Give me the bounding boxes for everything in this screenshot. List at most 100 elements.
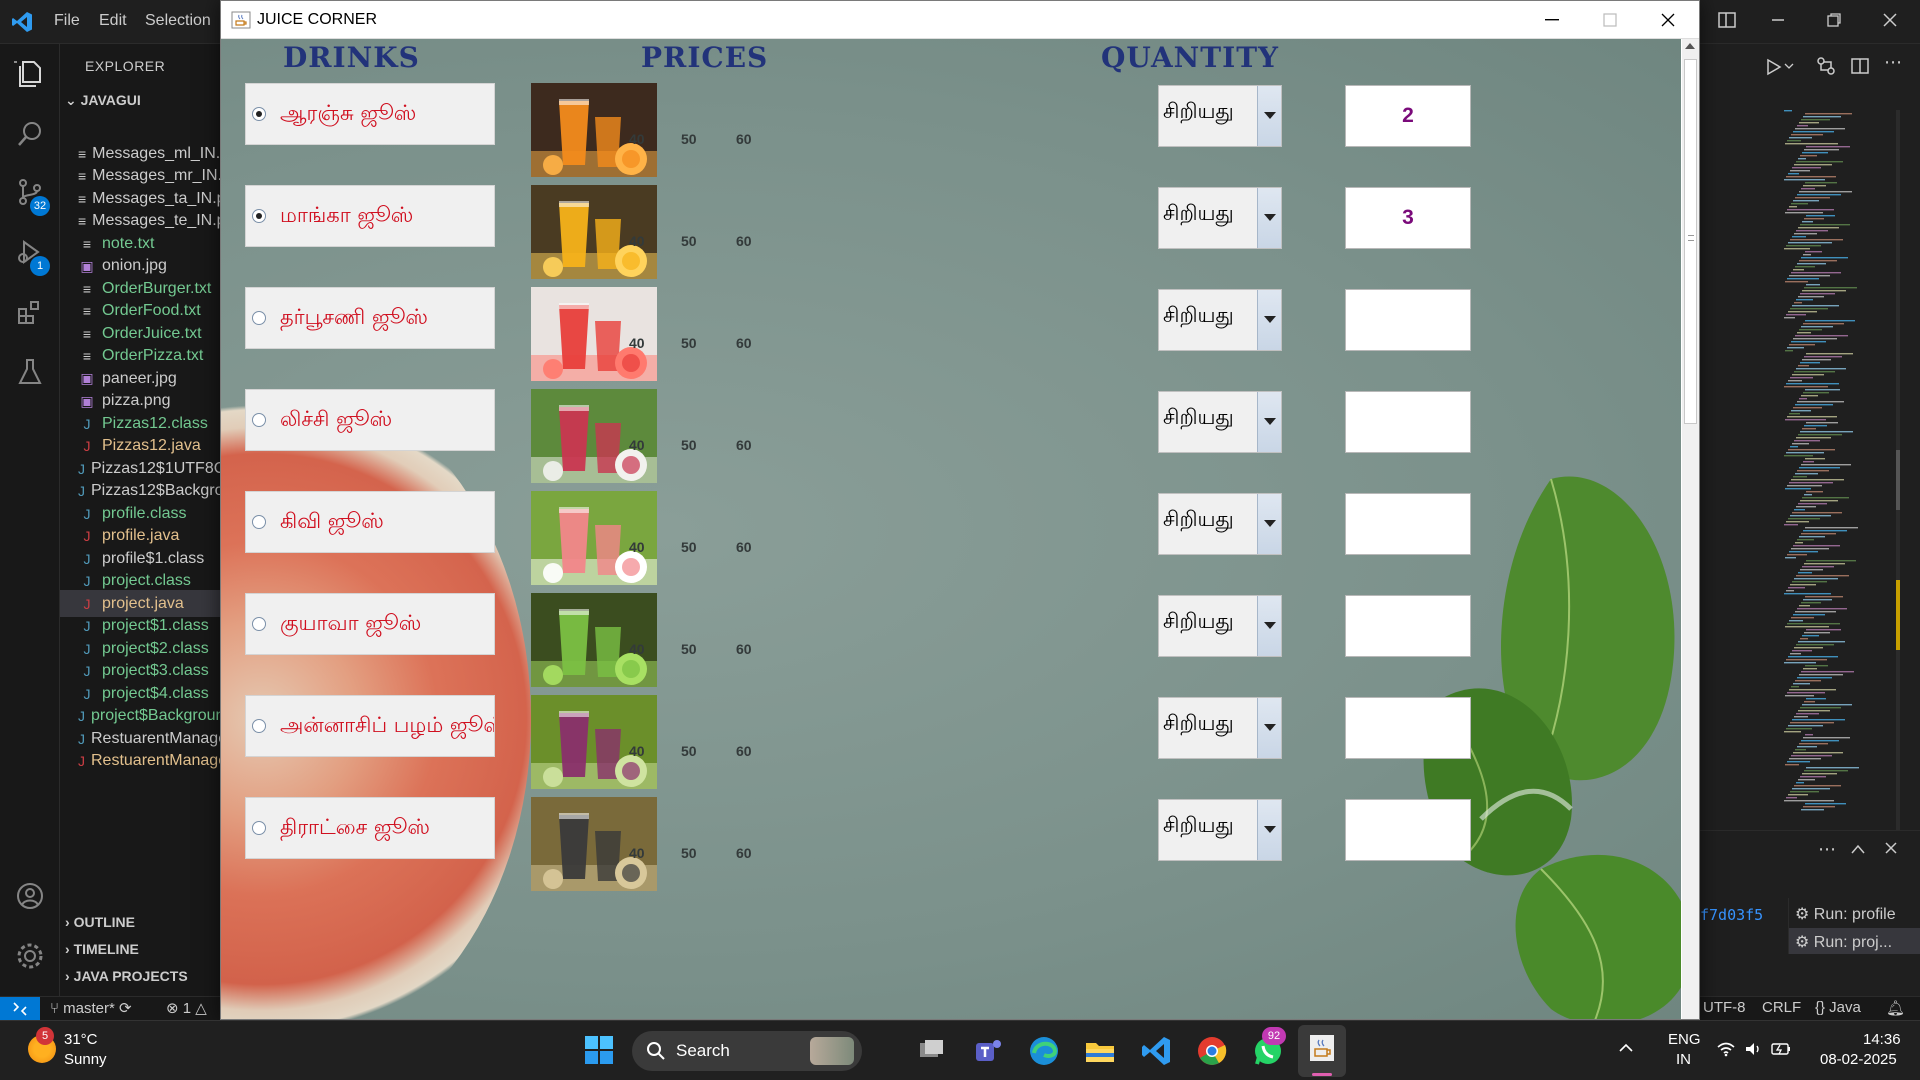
size-dropdown[interactable]: சிறியது	[1158, 697, 1282, 759]
drink-radio-option[interactable]: கிவி ஜூஸ்	[245, 491, 495, 553]
notifications-bell-icon[interactable]: 🔔︎	[1886, 999, 1905, 1017]
scroll-thumb[interactable]	[1684, 59, 1697, 424]
split-editor-icon[interactable]	[1850, 56, 1870, 76]
drink-radio-option[interactable]: திராட்சை ஜூஸ்	[245, 797, 495, 859]
eol-status[interactable]: CRLF	[1762, 999, 1801, 1016]
quantity-input[interactable]: 3	[1345, 187, 1471, 249]
menu-selection[interactable]: Selection	[145, 12, 211, 30]
quantity-input[interactable]	[1345, 595, 1471, 657]
menu-edit[interactable]: Edit	[99, 12, 127, 30]
dropdown-arrow-icon[interactable]	[1257, 596, 1281, 656]
terminal-run-profile[interactable]: ⚙ Run: profile	[1795, 904, 1896, 924]
more-actions-icon[interactable]: ⋯	[1818, 839, 1836, 860]
remote-button[interactable]	[0, 997, 40, 1021]
dropdown-arrow-icon[interactable]	[1257, 698, 1281, 758]
battery-icon[interactable]	[1770, 1040, 1792, 1058]
drink-radio-option[interactable]: மாங்கா ஜூஸ்	[245, 185, 495, 247]
taskbar-search-box[interactable]: Search	[632, 1031, 862, 1071]
encoding-status[interactable]: UTF-8	[1703, 999, 1746, 1016]
vscode-taskbar-icon[interactable]	[1136, 1031, 1176, 1071]
quantity-input[interactable]	[1345, 697, 1471, 759]
folder-javagui[interactable]: ⌄ JAVAGUI	[65, 92, 141, 109]
java-projects-panel[interactable]: › JAVA PROJECTS	[65, 968, 188, 984]
extensions-icon[interactable]	[14, 296, 46, 328]
layout-panel-icon[interactable]	[1717, 10, 1737, 30]
scroll-up-icon[interactable]	[1685, 43, 1695, 49]
close-panel-icon[interactable]	[1884, 841, 1898, 855]
tray-chevron-up-icon[interactable]	[1618, 1043, 1634, 1053]
dropdown-arrow-icon[interactable]	[1257, 188, 1281, 248]
more-actions-icon[interactable]: ⋯	[1884, 52, 1902, 73]
dropdown-arrow-icon[interactable]	[1257, 800, 1281, 860]
weather-temperature[interactable]: 31°C	[64, 1031, 98, 1048]
task-view-icon[interactable]	[912, 1031, 952, 1071]
size-dropdown[interactable]: சிறியது	[1158, 595, 1282, 657]
radio-selected-icon[interactable]	[252, 107, 266, 121]
accounts-icon[interactable]	[14, 880, 46, 912]
search-icon[interactable]	[14, 118, 46, 150]
timeline-panel[interactable]: › TIMELINE	[65, 941, 139, 957]
branch-status[interactable]: ⑂ master* ⟳	[50, 999, 132, 1017]
radio-selected-icon[interactable]	[252, 209, 266, 223]
volume-icon[interactable]	[1744, 1041, 1762, 1057]
chevron-down-icon[interactable]	[1784, 62, 1794, 70]
close-icon[interactable]	[1882, 12, 1898, 28]
size-dropdown[interactable]: சிறியது	[1158, 85, 1282, 147]
restore-icon[interactable]	[1826, 12, 1842, 28]
edge-browser-icon[interactable]	[1024, 1031, 1064, 1071]
window-close-button[interactable]	[1639, 1, 1697, 39]
explorer-icon[interactable]	[14, 58, 46, 90]
quantity-input[interactable]: 2	[1345, 85, 1471, 147]
clock-date[interactable]: 08-02-2025	[1820, 1051, 1897, 1068]
minimize-icon[interactable]	[1770, 16, 1786, 24]
size-dropdown[interactable]: சிறியது	[1158, 493, 1282, 555]
compare-icon[interactable]	[1816, 56, 1836, 76]
drink-radio-option[interactable]: குயாவா ஜூஸ்	[245, 593, 495, 655]
terminal-run-project[interactable]: ⚙ Run: proj...	[1795, 932, 1892, 952]
clock-time[interactable]: 14:36	[1863, 1031, 1901, 1048]
settings-gear-icon[interactable]	[14, 940, 46, 972]
teams-icon[interactable]	[968, 1031, 1008, 1071]
maximize-panel-icon[interactable]	[1850, 843, 1866, 855]
dropdown-arrow-icon[interactable]	[1257, 494, 1281, 554]
menu-file[interactable]: File	[54, 12, 80, 30]
size-dropdown[interactable]: சிறியது	[1158, 799, 1282, 861]
dropdown-arrow-icon[interactable]	[1257, 86, 1281, 146]
radio-unselected-icon[interactable]	[252, 821, 266, 835]
drink-radio-option[interactable]: அன்னாசிப் பழம் ஜூஸ்	[245, 695, 495, 757]
vertical-scrollbar[interactable]	[1682, 39, 1699, 1019]
radio-unselected-icon[interactable]	[252, 515, 266, 529]
file-item[interactable]: J RestuarentManagement.java	[78, 748, 220, 775]
quantity-input[interactable]	[1345, 493, 1471, 555]
drink-radio-option[interactable]: லிச்சி ஜூஸ்	[245, 389, 495, 451]
drink-radio-option[interactable]: ஆரஞ்சு ஜூஸ்	[245, 83, 495, 145]
radio-unselected-icon[interactable]	[252, 719, 266, 733]
chrome-icon[interactable]	[1192, 1031, 1232, 1071]
radio-unselected-icon[interactable]	[252, 413, 266, 427]
drink-radio-option[interactable]: தர்பூசணி ஜூஸ்	[245, 287, 495, 349]
size-dropdown[interactable]: சிறியது	[1158, 289, 1282, 351]
size-dropdown[interactable]: சிறியது	[1158, 391, 1282, 453]
weather-description[interactable]: Sunny	[64, 1051, 107, 1068]
radio-unselected-icon[interactable]	[252, 617, 266, 631]
quantity-input[interactable]	[1345, 799, 1471, 861]
file-explorer-icon[interactable]	[1080, 1031, 1120, 1071]
java-app-active[interactable]	[1298, 1025, 1346, 1077]
language-status[interactable]: {} Java	[1815, 999, 1861, 1016]
window-minimize-button[interactable]	[1523, 1, 1581, 39]
testing-icon[interactable]	[14, 356, 46, 388]
region-indicator[interactable]: IN	[1676, 1051, 1691, 1068]
windows-start-icon[interactable]	[584, 1035, 614, 1065]
quantity-input[interactable]	[1345, 391, 1471, 453]
problems-status[interactable]: ⊗ 1 △	[166, 999, 207, 1017]
size-dropdown[interactable]: சிறியது	[1158, 187, 1282, 249]
window-maximize-button[interactable]	[1581, 1, 1639, 39]
radio-unselected-icon[interactable]	[252, 311, 266, 325]
language-indicator[interactable]: ENG	[1668, 1031, 1701, 1048]
dropdown-arrow-icon[interactable]	[1257, 392, 1281, 452]
dropdown-arrow-icon[interactable]	[1257, 290, 1281, 350]
quantity-input[interactable]	[1345, 289, 1471, 351]
outline-panel[interactable]: › OUTLINE	[65, 914, 135, 930]
run-icon[interactable]	[1766, 58, 1782, 76]
wifi-icon[interactable]	[1716, 1041, 1736, 1057]
